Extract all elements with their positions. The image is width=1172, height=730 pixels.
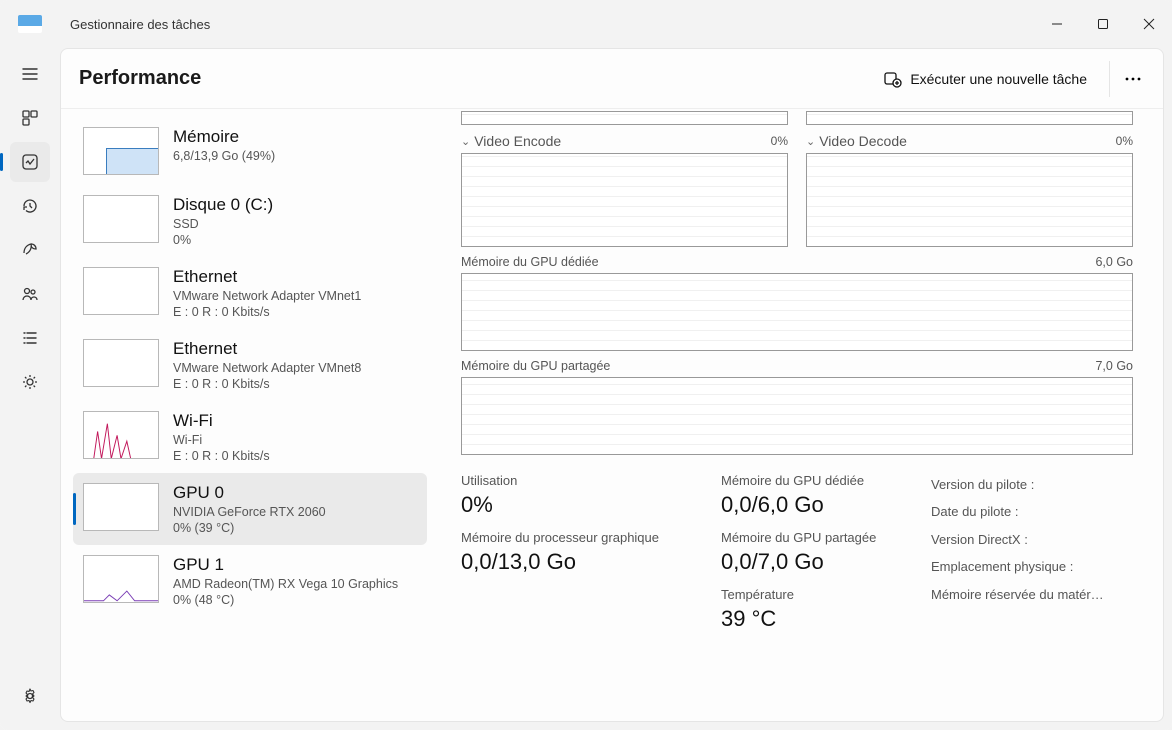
run-task-icon <box>884 70 902 88</box>
detail-panel: ⌄ Video Encode 0% ⌄ Video Decode <box>431 109 1163 721</box>
graph-video-decode <box>806 153 1133 247</box>
settings-nav-icon[interactable] <box>10 676 50 716</box>
resource-list[interactable]: Mémoire 6,8/13,9 Go (49%) Disque 0 (C:) … <box>61 109 431 721</box>
sidebar-item-ethernet1[interactable]: Ethernet VMware Network Adapter VMnet1 E… <box>73 257 427 329</box>
sidebar-item-memory[interactable]: Mémoire 6,8/13,9 Go (49%) <box>73 117 427 185</box>
performance-nav-icon[interactable] <box>10 142 50 182</box>
thumb-gpu1 <box>83 555 159 603</box>
titlebar: Gestionnaire des tâches <box>0 0 1172 48</box>
page-header: Performance Exécuter une nouvelle tâche <box>61 49 1163 109</box>
details-nav-icon[interactable] <box>10 318 50 358</box>
sidebar-item-wifi[interactable]: Wi-Fi Wi-Fi E : 0 R : 0 Kbits/s <box>73 401 427 473</box>
processes-nav-icon[interactable] <box>10 98 50 138</box>
sidebar-item-ethernet2[interactable]: Ethernet VMware Network Adapter VMnet8 E… <box>73 329 427 401</box>
graph-shared-mem <box>461 377 1133 455</box>
thumb-eth2 <box>83 339 159 387</box>
window-title: Gestionnaire des tâches <box>70 17 210 32</box>
run-task-label: Exécuter une nouvelle tâche <box>910 71 1087 87</box>
shmem-max: 7,0 Go <box>1095 359 1133 373</box>
thumb-eth1 <box>83 267 159 315</box>
graph-video-encode <box>461 153 788 247</box>
page-title: Performance <box>79 67 201 90</box>
encode-dropdown[interactable]: ⌄ Video Encode 0% <box>461 133 788 149</box>
gpu-stats: Utilisation 0% Mémoire du processeur gra… <box>461 473 1133 640</box>
app-icon <box>18 15 42 33</box>
history-nav-icon[interactable] <box>10 186 50 226</box>
decode-dropdown[interactable]: ⌄ Video Decode 0% <box>806 133 1133 149</box>
hamburger-button[interactable] <box>10 54 50 94</box>
chevron-down-icon: ⌄ <box>461 135 470 148</box>
thumb-disk0 <box>83 195 159 243</box>
graph-dedicated-mem <box>461 273 1133 351</box>
sidebar-item-disk0[interactable]: Disque 0 (C:) SSD 0% <box>73 185 427 257</box>
content-panel: Performance Exécuter une nouvelle tâche … <box>60 48 1164 722</box>
chevron-down-icon: ⌄ <box>806 135 815 148</box>
services-nav-icon[interactable] <box>10 362 50 402</box>
graph-top-right <box>806 111 1133 125</box>
thumb-memory <box>83 127 159 175</box>
sidebar-item-gpu1[interactable]: GPU 1 AMD Radeon(TM) RX Vega 10 Graphics… <box>73 545 427 617</box>
run-task-button[interactable]: Exécuter une nouvelle tâche <box>872 64 1099 94</box>
thumb-wifi <box>83 411 159 459</box>
dedmem-label: Mémoire du GPU dédiée <box>461 255 599 269</box>
dedmem-max: 6,0 Go <box>1095 255 1133 269</box>
more-button[interactable] <box>1109 61 1145 97</box>
thumb-gpu0 <box>83 483 159 531</box>
sidebar-item-gpu0[interactable]: GPU 0 NVIDIA GeForce RTX 2060 0% (39 °C) <box>73 473 427 545</box>
minimize-button[interactable] <box>1034 8 1080 40</box>
app-window: Gestionnaire des tâches Performance <box>0 0 1172 730</box>
maximize-button[interactable] <box>1080 8 1126 40</box>
close-button[interactable] <box>1126 8 1172 40</box>
nav-rail <box>0 48 60 730</box>
users-nav-icon[interactable] <box>10 274 50 314</box>
shmem-label: Mémoire du GPU partagée <box>461 359 610 373</box>
graph-top-left <box>461 111 788 125</box>
startup-nav-icon[interactable] <box>10 230 50 270</box>
